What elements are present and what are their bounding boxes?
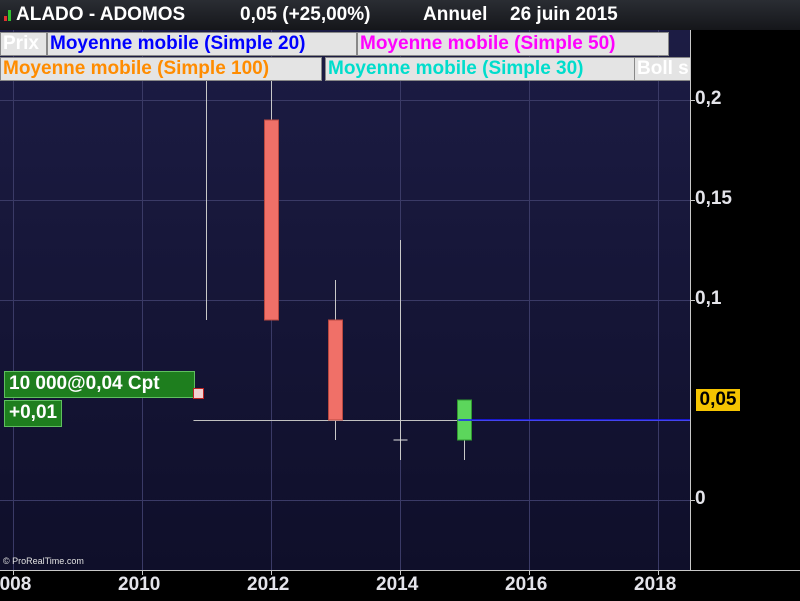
candlestick-chart (0, 30, 690, 570)
legend-item-ma20[interactable]: Moyenne mobile (Simple 20) (47, 32, 357, 56)
legend-item-ma100[interactable]: Moyenne mobile (Simple 100) (0, 57, 322, 81)
y-tick-label: 0,2 (695, 88, 722, 109)
x-tick-label: 2016 (505, 574, 548, 595)
period-label: Annuel (423, 4, 488, 25)
y-axis[interactable]: 0,05 0 0,1 0,15 0,2 (690, 30, 800, 570)
chart-plot-area[interactable]: Prix Moyenne mobile (Simple 20) Moyenne … (0, 30, 690, 570)
candle-body-bearish (264, 119, 279, 321)
legend-item-price[interactable]: Prix (0, 32, 47, 56)
legend-item-ma30[interactable]: Moyenne mobile (Simple 30) (325, 57, 635, 81)
x-tick-label: 2014 (376, 574, 419, 595)
y-tick-label: 0,1 (695, 288, 722, 309)
x-tick-label: 2012 (247, 574, 290, 595)
order-marker-icon[interactable] (193, 388, 204, 399)
x-tick-label: 2008 (0, 574, 32, 595)
order-label[interactable]: 10 000@0,04 Cpt (4, 371, 195, 398)
copyright-text: © ProRealTime.com (3, 556, 84, 566)
x-tick-label: 2010 (118, 574, 161, 595)
y-tick-label: 0 (695, 488, 706, 509)
last-price-badge: 0,05 (696, 389, 740, 411)
legend-item-ma50[interactable]: Moyenne mobile (Simple 50) (357, 32, 669, 56)
date-label: 26 juin 2015 (510, 4, 618, 25)
price-change: 0,05 (+25,00%) (240, 4, 371, 25)
x-tick-label: 2018 (634, 574, 677, 595)
y-tick-label: 0,15 (695, 188, 732, 209)
order-change-label: +0,01 (4, 400, 63, 427)
chart-icon (4, 10, 14, 21)
candle-body-bearish (328, 319, 343, 421)
x-axis[interactable]: 2008 2010 2012 2014 2016 2018 (0, 570, 800, 601)
legend-item-bollinger[interactable]: Boll s (634, 57, 690, 81)
instrument-name: ALADO - ADOMOS (16, 4, 186, 25)
title-bar: ALADO - ADOMOS 0,05 (+25,00%) Annuel 26 … (0, 0, 800, 30)
